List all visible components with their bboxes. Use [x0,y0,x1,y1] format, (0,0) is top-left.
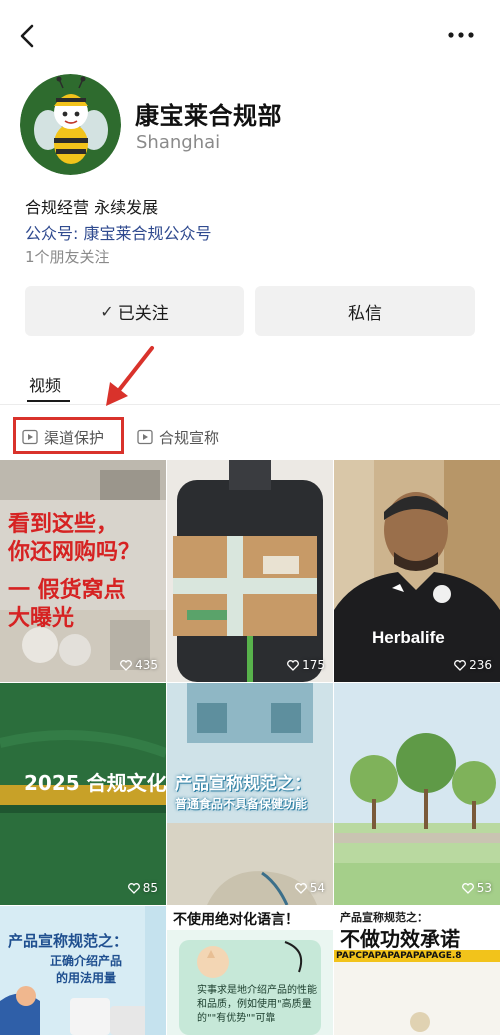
like-count: 85 [127,881,158,895]
heart-icon [120,659,132,671]
shirt-brand-text: Herbalife [372,628,445,647]
overlay-title: 产品宣称规范之： [175,774,311,794]
like-count: 175 [287,658,325,672]
like-count: 53 [461,881,492,895]
tab-video[interactable]: 视频 [29,372,61,396]
overlay-subtitle: 正确介绍产品 [50,954,123,968]
heart-icon [287,659,299,671]
checkmark-icon: ✓ [100,301,114,321]
like-count: 54 [294,881,325,895]
video-thumbnail[interactable]: 产品宣称规范之： 不做功效承诺 PAPCPAPAPAPAPAPAGE.8 [334,906,500,1035]
package-thumbnail-image [167,460,333,682]
heart-icon [127,882,140,894]
profile-name: 康宝莱合规部 [135,102,282,130]
followed-button[interactable]: ✓ 已关注 [25,286,244,336]
overlay-body: 实事求是地介绍产品的性能和品质，例如使用"高质量的""有优势""可靠 [197,985,317,1024]
video-thumbnail[interactable]: Herbalife 236 [334,460,500,682]
overlay-strip-text: PAPCPAPAPAPAPAPAGE.8 [336,951,462,961]
warehouse-thumbnail-image [0,460,166,682]
presenter-thumbnail-image [334,460,500,682]
annotation-highlight-box [13,417,124,454]
heart-icon [454,659,466,671]
overlay-title: 2025 合规文化 [24,771,166,795]
like-count: 236 [454,658,492,672]
more-options-icon[interactable] [446,25,476,45]
overlay-subtitle: 的用法用量 [56,971,117,985]
profile-header: 康宝莱合规部 Shanghai [20,74,480,178]
friends-following-count: 1个朋友关注 [25,248,110,266]
like-count: 435 [120,658,158,672]
overlay-subtitle: 不做功效承诺 [340,927,460,951]
video-thumbnail[interactable]: 产品宣称规范之： 普通食品不具备保健功能 54 [167,683,333,905]
annotation-arrow-icon [106,346,154,406]
video-thumbnail[interactable]: 产品宣称规范之： 正确介绍产品 的用法用量 [0,906,166,1035]
tab-active-underline [27,400,70,402]
message-button-label: 私信 [348,303,382,324]
heart-icon [294,882,307,894]
profile-bio: 合规经营 永续发展 [25,198,159,217]
video-thumbnail[interactable]: 看到这些， 你还网购吗？ 一 假货窝点 大曝光 435 [0,460,166,682]
video-thumbnail[interactable]: 175 [167,460,333,682]
video-thumbnail[interactable]: 不使用绝对化语言！ 实事求是地介绍产品的性能和品质，例如使用"高质量的""有优势… [167,906,333,1035]
overlay-line: 你还网购吗？ [8,540,141,565]
profile-location: Shanghai [136,132,221,153]
bee-mascot-avatar-icon [20,74,121,175]
avatar[interactable] [20,74,121,175]
video-thumbnail[interactable]: 2025 合规文化 85 [0,683,166,905]
followed-button-label: 已关注 [117,303,169,324]
collection-compliance-claims[interactable]: 合规宣称 [137,424,219,450]
message-button[interactable]: 私信 [255,286,475,336]
collection-label: 合规宣称 [159,428,220,447]
park-illustration-thumbnail-image [334,683,500,905]
top-bar [0,0,500,70]
heart-icon [461,882,474,894]
play-icon [137,429,153,445]
store-illustration-thumbnail-image [167,683,333,905]
overlay-line: 大曝光 [8,606,75,631]
official-account-link[interactable]: 公众号: 康宝莱合规公众号 [25,220,211,244]
video-thumbnail[interactable]: 53 [334,683,500,905]
overlay-title: 产品宣称规范之： [8,932,129,950]
overlay-subtitle: 普通食品不具备保健功能 [175,797,308,811]
back-chevron-icon[interactable] [14,20,42,52]
overlay-title: 不使用绝对化语言！ [173,912,299,928]
tab-divider [0,404,500,405]
video-grid: 看到这些， 你还网购吗？ 一 假货窝点 大曝光 435 175 Herbalif… [0,460,500,1035]
